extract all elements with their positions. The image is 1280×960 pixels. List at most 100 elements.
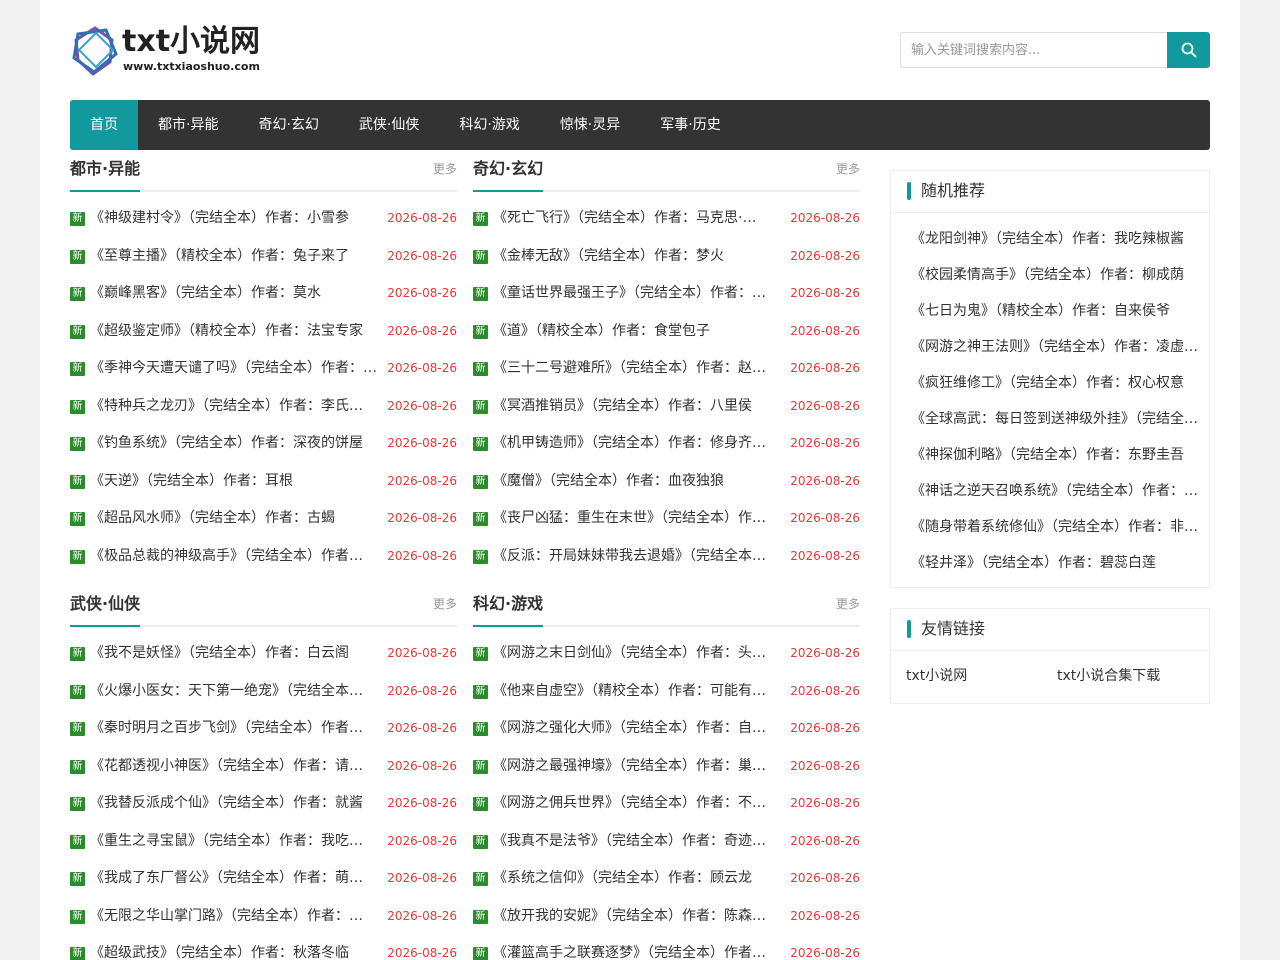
- recommend-item[interactable]: 《七日为鬼》（精校全本）作者：自来侯爷: [891, 293, 1209, 329]
- new-badge: 新: [473, 362, 488, 376]
- more-link[interactable]: 更多: [433, 160, 457, 177]
- book-date: 2026-08-26: [387, 323, 457, 338]
- friend-link[interactable]: txt小说合集下载: [1057, 651, 1160, 701]
- book-date: 2026-08-26: [387, 286, 457, 300]
- recommend-item[interactable]: 《疯狂维修工》（完结全本）作者：权心权意: [891, 365, 1209, 401]
- nav-item-0[interactable]: 首页: [70, 100, 138, 150]
- book-title-link[interactable]: 《我替反派成个仙》（完结全本）作者：就酱: [90, 785, 390, 823]
- more-link[interactable]: 更多: [433, 595, 457, 612]
- nav-item-2[interactable]: 奇幻·玄幻: [238, 100, 338, 150]
- list-item: 新《无限之华山掌门路》（完结全本）作者：… 2026-08-26: [70, 898, 457, 936]
- nav-item-5[interactable]: 惊悚·灵异: [540, 100, 640, 150]
- book-title-link[interactable]: 《季神今天遭天谴了吗》（完结全本）作者：…: [90, 350, 390, 388]
- section-title[interactable]: 武侠·仙侠: [70, 593, 141, 627]
- list-item: 新《他来自虚空》（精校全本）作者：可能有… 2026-08-26: [473, 673, 860, 711]
- book-date: 2026-08-26: [790, 871, 860, 885]
- more-link[interactable]: 更多: [836, 595, 860, 612]
- search-input[interactable]: [900, 32, 1168, 68]
- book-title-link[interactable]: 《丧尸凶猛：重生在末世》（完结全本）作…: [493, 500, 793, 538]
- new-badge: 新: [473, 797, 488, 811]
- random-recommend-header: 随机推荐: [891, 171, 1209, 213]
- book-title-link[interactable]: 《网游之强化大师》（完结全本）作者：自…: [493, 710, 793, 748]
- new-badge: 新: [473, 512, 488, 526]
- book-title-link[interactable]: 《他来自虚空》（精校全本）作者：可能有…: [493, 673, 793, 711]
- book-title-link[interactable]: 《死亡飞行》（完结全本）作者：马克思·…: [493, 200, 793, 238]
- book-title-link[interactable]: 《巅峰黑客》（完结全本）作者：莫水: [90, 275, 390, 313]
- book-title-link[interactable]: 《网游之最强神壕》（完结全本）作者：巢…: [493, 748, 793, 786]
- new-badge: 新: [70, 797, 85, 811]
- logo-icon: [72, 26, 118, 76]
- recommend-item[interactable]: 《龙阳剑神》（完结全本）作者：我吃辣椒酱: [891, 221, 1209, 257]
- book-title-link[interactable]: 《魔僧》（完结全本）作者：血夜独狼: [493, 463, 793, 501]
- book-date: 2026-08-26: [387, 398, 457, 413]
- book-title-link[interactable]: 《反派：开局妹妹带我去退婚》（完结全本…: [493, 538, 793, 576]
- nav-item-1[interactable]: 都市·异能: [138, 100, 238, 150]
- book-title-link[interactable]: 《金棒无敌》（完结全本）作者：梦火: [493, 238, 793, 276]
- book-title-link[interactable]: 《灌篮高手之联赛逐梦》（完结全本）作者…: [493, 935, 793, 960]
- book-title-link[interactable]: 《超级鉴定师》（精校全本）作者：法宝专家: [90, 313, 390, 351]
- book-title-link[interactable]: 《网游之末日剑仙》（完结全本）作者：头…: [493, 635, 793, 673]
- new-badge: 新: [473, 287, 488, 301]
- recommend-item[interactable]: 《轻井泽》（完结全本）作者：碧蕊白莲: [891, 545, 1209, 581]
- book-title-link[interactable]: 《秦时明月之百步飞剑》（完结全本）作者…: [90, 710, 390, 748]
- book-title-link[interactable]: 《网游之佣兵世界》（完结全本）作者：不…: [493, 785, 793, 823]
- list-item: 新《钓鱼系统》（完结全本）作者：深夜的饼屋 2026-08-26: [70, 425, 457, 463]
- book-date: 2026-08-26: [387, 211, 457, 225]
- book-title-link[interactable]: 《特种兵之龙刃》（完结全本）作者：李氏…: [90, 388, 390, 426]
- book-list: 新《死亡飞行》（完结全本）作者：马克思·… 2026-08-26 新《金棒无敌》（完…: [473, 200, 860, 575]
- book-date: 2026-08-26: [387, 833, 457, 848]
- list-item: 新《我成了东厂督公》（完结全本）作者：萌… 2026-08-26: [70, 860, 457, 898]
- list-item: 新《三十二号避难所》（完结全本）作者：赵… 2026-08-26: [473, 350, 860, 388]
- book-title-link[interactable]: 《天逆》（完结全本）作者：耳根: [90, 463, 390, 501]
- recommend-item[interactable]: 《全球高武：每日签到送神级外挂》（完结全…: [891, 401, 1209, 437]
- book-title-link[interactable]: 《我不是妖怪》（完结全本）作者：白云阁: [90, 635, 390, 673]
- new-badge: 新: [70, 324, 85, 339]
- book-date: 2026-08-26: [790, 758, 860, 773]
- book-title-link[interactable]: 《花都透视小神医》（完结全本）作者：请…: [90, 748, 390, 786]
- nav-item-4[interactable]: 科幻·游戏: [439, 100, 539, 150]
- book-title-link[interactable]: 《童话世界最强王子》（完结全本）作者：…: [493, 275, 793, 313]
- nav-item-3[interactable]: 武侠·仙侠: [339, 100, 439, 150]
- book-title-link[interactable]: 《放开我的安妮》（完结全本）作者：陈森…: [493, 898, 793, 936]
- book-title-link[interactable]: 《钓鱼系统》（完结全本）作者：深夜的饼屋: [90, 425, 390, 463]
- recommend-item[interactable]: 《网游之神王法则》（完结全本）作者：凌虚…: [891, 329, 1209, 365]
- book-title-link[interactable]: 《三十二号避难所》（完结全本）作者：赵…: [493, 350, 793, 388]
- book-title-link[interactable]: 《机甲铸造师》（完结全本）作者：修身齐…: [493, 425, 793, 463]
- more-link[interactable]: 更多: [836, 160, 860, 177]
- book-title-link[interactable]: 《道》（精校全本）作者：食堂包子: [493, 313, 793, 351]
- recommend-item[interactable]: 《随身带着系统修仙》（完结全本）作者：非…: [891, 509, 1209, 545]
- friend-link[interactable]: txt小说网: [906, 651, 967, 701]
- book-title-link[interactable]: 《无限之华山掌门路》（完结全本）作者：…: [90, 898, 390, 936]
- book-title-link[interactable]: 《重生之寻宝鼠》（完结全本）作者：我吃…: [90, 823, 390, 861]
- new-badge: 新: [70, 437, 85, 451]
- book-date: 2026-08-26: [790, 908, 860, 923]
- list-item: 新《魔僧》（完结全本）作者：血夜独狼 2026-08-26: [473, 463, 860, 501]
- recommend-item[interactable]: 《校园柔情高手》（完结全本）作者：柳成荫: [891, 257, 1209, 293]
- logo-url: www.txtxiaoshuo.com: [123, 60, 260, 73]
- book-title-link[interactable]: 《超品风水师》（完结全本）作者：古蝎: [90, 500, 390, 538]
- book-title-link[interactable]: 《我真不是法爷》（完结全本）作者：奇迹…: [493, 823, 793, 861]
- section-header: 都市·异能 更多: [70, 158, 457, 192]
- list-item: 新《特种兵之龙刃》（完结全本）作者：李氏… 2026-08-26: [70, 388, 457, 426]
- book-title-link[interactable]: 《神级建村令》（完结全本）作者：小雪参: [90, 200, 390, 238]
- section-title[interactable]: 科幻·游戏: [473, 593, 544, 627]
- new-badge: 新: [473, 947, 488, 960]
- recommend-item[interactable]: 《神话之逆天召唤系统》（完结全本）作者：…: [891, 473, 1209, 509]
- book-title-link[interactable]: 《极品总裁的神级高手》（完结全本）作者…: [90, 538, 390, 576]
- book-title-link[interactable]: 《我成了东厂督公》（完结全本）作者：萌…: [90, 860, 390, 898]
- recommend-item[interactable]: 《神探伽利略》（完结全本）作者：东野圭吾: [891, 437, 1209, 473]
- new-badge: 新: [473, 872, 488, 886]
- nav-item-6[interactable]: 军事·历史: [640, 100, 740, 150]
- book-title-link[interactable]: 《至尊主播》（精校全本）作者：兔子来了: [90, 238, 390, 276]
- book-date: 2026-08-26: [790, 646, 860, 660]
- book-title-link[interactable]: 《火爆小医女：天下第一绝宠》（完结全本…: [90, 673, 390, 711]
- new-badge: 新: [70, 249, 85, 264]
- book-title-link[interactable]: 《超级武技》（完结全本）作者：秋落冬临: [90, 935, 390, 960]
- list-item: 新《我不是妖怪》（完结全本）作者：白云阁 2026-08-26: [70, 635, 457, 673]
- book-title-link[interactable]: 《系统之信仰》（完结全本）作者：顾云龙: [493, 860, 793, 898]
- section-title[interactable]: 奇幻·玄幻: [473, 158, 544, 192]
- section-title[interactable]: 都市·异能: [70, 158, 141, 192]
- site-logo[interactable]: txt小说网 www.txtxiaoshuo.com: [70, 22, 270, 78]
- book-title-link[interactable]: 《冥酒推销员》（完结全本）作者：八里侯: [493, 388, 793, 426]
- search-button[interactable]: [1167, 32, 1210, 68]
